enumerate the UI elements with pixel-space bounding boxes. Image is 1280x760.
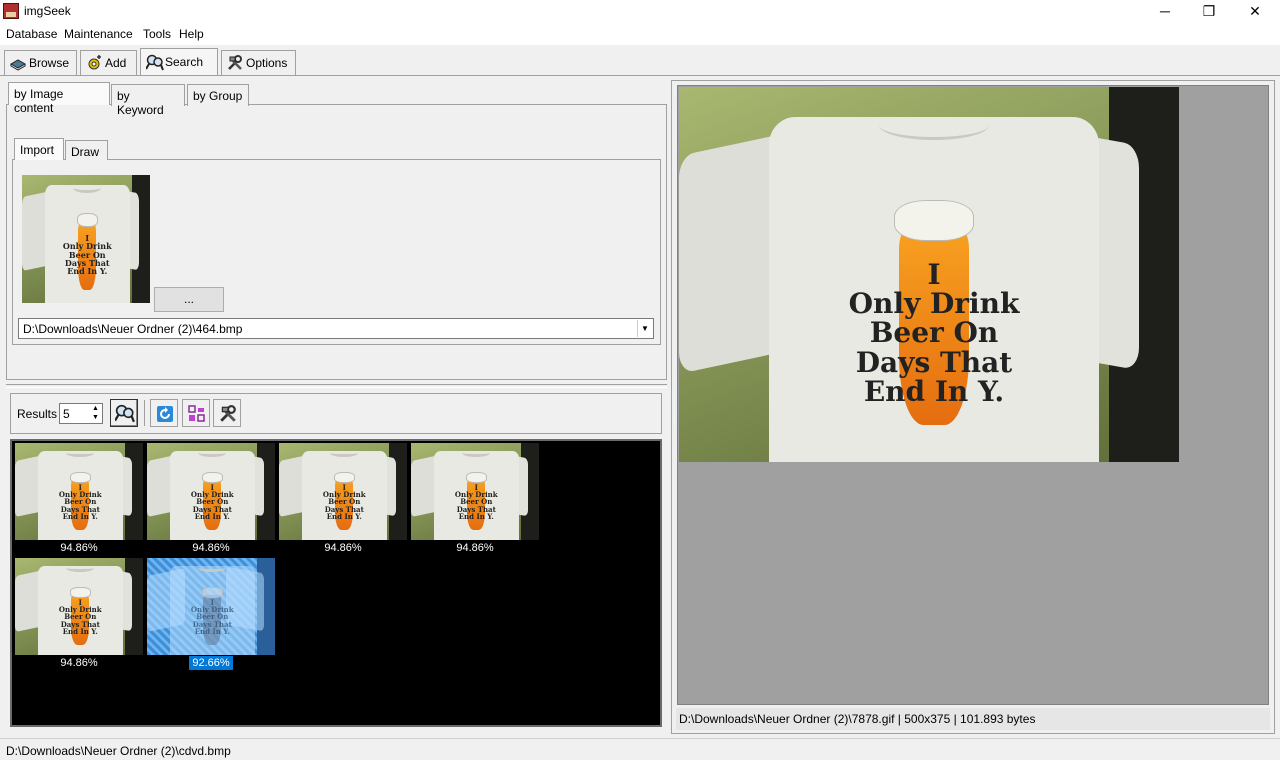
shirt-text-line: End In Y. — [458, 512, 494, 522]
tab-by-keyword[interactable]: by Keyword — [111, 84, 185, 117]
shirt-text-line: End In Y. — [326, 512, 362, 522]
tab-search[interactable]: Search — [140, 48, 218, 75]
query-thumbnail: I Only Drink Beer On Days That End In Y. — [22, 175, 150, 303]
result-thumbnail[interactable]: I Only Drink Beer On Days That End In Y. — [15, 558, 143, 655]
tab-by-image-content[interactable]: by Image content — [8, 82, 110, 115]
result-thumbnail[interactable]: I Only Drink Beer On Days That End In Y. — [15, 443, 143, 540]
shirt-text-line: End In Y. — [62, 512, 98, 522]
result-score-text: 94.86% — [324, 542, 362, 554]
result-score[interactable]: 94.86% — [147, 542, 275, 554]
shirt-text-line: I — [927, 257, 941, 291]
result-score-text: 94.86% — [60, 657, 98, 669]
result-score[interactable]: 94.86% — [411, 542, 539, 554]
add-gear-icon — [86, 55, 102, 71]
status-bar: D:\Downloads\Neuer Ordner (2)\cdvd.bmp — [0, 738, 1280, 760]
browse-file-button[interactable]: ... — [154, 287, 224, 312]
menu-help[interactable]: Help — [179, 27, 204, 41]
tab-add-label: Add — [105, 56, 127, 70]
result-thumbnail[interactable]: I Only Drink Beer On Days That End In Y. — [147, 558, 275, 655]
preview-image: I Only Drink Beer On Days That End In Y. — [679, 87, 1179, 462]
result-score-text: 94.86% — [60, 542, 98, 554]
tab-draw[interactable]: Draw — [65, 140, 108, 160]
result-thumbnail[interactable]: I Only Drink Beer On Days That End In Y. — [411, 443, 539, 540]
preview-info-bar: D:\Downloads\Neuer Ordner (2)\7878.gif |… — [676, 708, 1270, 730]
main-tab-divider — [0, 75, 1280, 76]
menu-bar: Database Maintenance Tools Help — [0, 23, 1280, 45]
shirt-text-line: Only Drink — [848, 286, 1020, 320]
tab-options[interactable]: Options — [221, 50, 296, 75]
result-score[interactable]: 92.66% — [147, 656, 275, 670]
query-button[interactable] — [110, 399, 138, 427]
title-bar: imgSeek ─ ❐ ✕ — [0, 0, 1280, 23]
tools-icon — [220, 405, 236, 422]
spin-down-icon[interactable]: ▼ — [90, 413, 101, 423]
status-text: D:\Downloads\Neuer Ordner (2)\cdvd.bmp — [6, 744, 231, 758]
result-score-text: 92.66% — [189, 656, 233, 670]
shirt-text-line: End In Y. — [194, 627, 230, 637]
preview-info-text: D:\Downloads\Neuer Ordner (2)\7878.gif |… — [679, 712, 1036, 726]
book-icon — [9, 55, 27, 71]
tab-browse[interactable]: Browse — [4, 50, 77, 75]
toolbar-separator — [144, 400, 145, 426]
shirt-text-line: Days That — [855, 345, 1013, 379]
tools-icon — [227, 55, 243, 71]
search-icon — [145, 54, 164, 71]
tab-options-label: Options — [246, 56, 288, 70]
result-thumbnail[interactable]: I Only Drink Beer On Days That End In Y. — [279, 443, 407, 540]
options-button[interactable] — [213, 399, 241, 427]
results-label: Results — [17, 407, 58, 421]
results-count-spinner[interactable]: 5 ▲ ▼ — [59, 403, 103, 424]
search-icon — [115, 404, 135, 423]
chevron-down-icon[interactable]: ▼ — [637, 320, 652, 337]
app-icon — [3, 3, 19, 19]
results-count-value: 5 — [63, 407, 70, 421]
tab-by-group[interactable]: by Group — [187, 84, 249, 106]
tab-import[interactable]: Import — [14, 138, 64, 160]
shirt-text-line: End In Y. — [62, 627, 98, 637]
shirt-text-line: End In Y. — [863, 375, 1005, 409]
layout-button[interactable] — [182, 399, 210, 427]
result-score[interactable]: 94.86% — [279, 542, 407, 554]
results-toolbar — [10, 393, 662, 434]
result-score[interactable]: 94.86% — [15, 657, 143, 669]
refresh-button[interactable] — [150, 399, 178, 427]
tab-search-label: Search — [165, 55, 204, 69]
path-combobox-value: D:\Downloads\Neuer Ordner (2)\464.bmp — [23, 322, 243, 336]
shirt-text-line: End In Y. — [67, 266, 108, 277]
menu-maintenance[interactable]: Maintenance — [64, 27, 133, 41]
splitter[interactable] — [6, 384, 667, 388]
maximize-button[interactable]: ❐ — [1186, 0, 1232, 23]
menu-tools[interactable]: Tools — [143, 27, 171, 41]
path-combobox[interactable]: D:\Downloads\Neuer Ordner (2)\464.bmp ▼ — [18, 318, 654, 339]
result-score-text: 94.86% — [456, 542, 494, 554]
close-button[interactable]: ✕ — [1232, 0, 1278, 23]
menu-database[interactable]: Database — [6, 27, 57, 41]
shirt-text-line: End In Y. — [194, 512, 230, 522]
tab-add[interactable]: Add — [80, 50, 137, 75]
minimize-button[interactable]: ─ — [1142, 0, 1188, 23]
shirt-text-line: Beer On — [869, 316, 999, 350]
result-thumbnail[interactable]: I Only Drink Beer On Days That End In Y. — [147, 443, 275, 540]
result-score[interactable]: 94.86% — [15, 542, 143, 554]
grid-icon — [188, 405, 205, 422]
refresh-icon — [157, 406, 173, 422]
tab-browse-label: Browse — [29, 56, 70, 70]
result-score-text: 94.86% — [192, 542, 230, 554]
window-title: imgSeek — [24, 4, 71, 18]
